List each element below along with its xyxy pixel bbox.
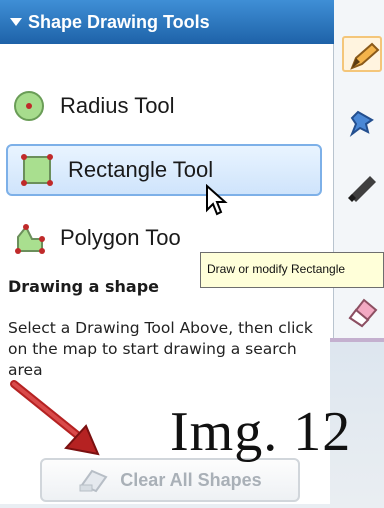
pencil-tool-button[interactable] <box>342 36 382 72</box>
rectangle-icon <box>21 154 53 186</box>
eraser-icon <box>348 298 378 328</box>
clear-all-shapes-button[interactable]: Clear All Shapes <box>40 458 300 502</box>
help-title: Drawing a shape <box>8 277 160 296</box>
radius-circle-icon <box>14 91 44 121</box>
pencil-icon <box>350 42 380 70</box>
rectangle-tool-button[interactable]: Rectangle Tool <box>6 144 322 196</box>
pushpin-icon <box>349 110 374 137</box>
clear-all-shapes-label: Clear All Shapes <box>120 469 262 490</box>
rectangle-tool-label: Rectangle Tool <box>68 157 214 182</box>
chevron-down-icon <box>10 18 22 26</box>
polygon-tool-label: Polygon Too <box>60 225 181 250</box>
tooltip: Draw or modify Rectangle <box>200 252 384 288</box>
panel-title: Shape Drawing Tools <box>28 11 210 32</box>
radius-tool-label: Radius Tool <box>60 93 175 118</box>
pushpin-tool-button[interactable] <box>342 106 382 142</box>
figure-label: Img. 12 <box>170 401 352 463</box>
help-text: Select a Drawing Tool Above, then click … <box>8 319 313 379</box>
eraser-tool-button[interactable] <box>342 292 382 328</box>
red-arrow-icon <box>10 380 100 456</box>
panel-header[interactable]: Shape Drawing Tools <box>0 0 334 44</box>
mouse-pointer-icon <box>206 184 228 216</box>
marker-tool-button[interactable] <box>342 168 382 204</box>
marker-icon <box>348 176 376 202</box>
radius-tool-button[interactable]: Radius Tool <box>0 80 330 132</box>
eraser-shapes-icon <box>79 469 108 493</box>
polygon-icon <box>15 224 45 254</box>
